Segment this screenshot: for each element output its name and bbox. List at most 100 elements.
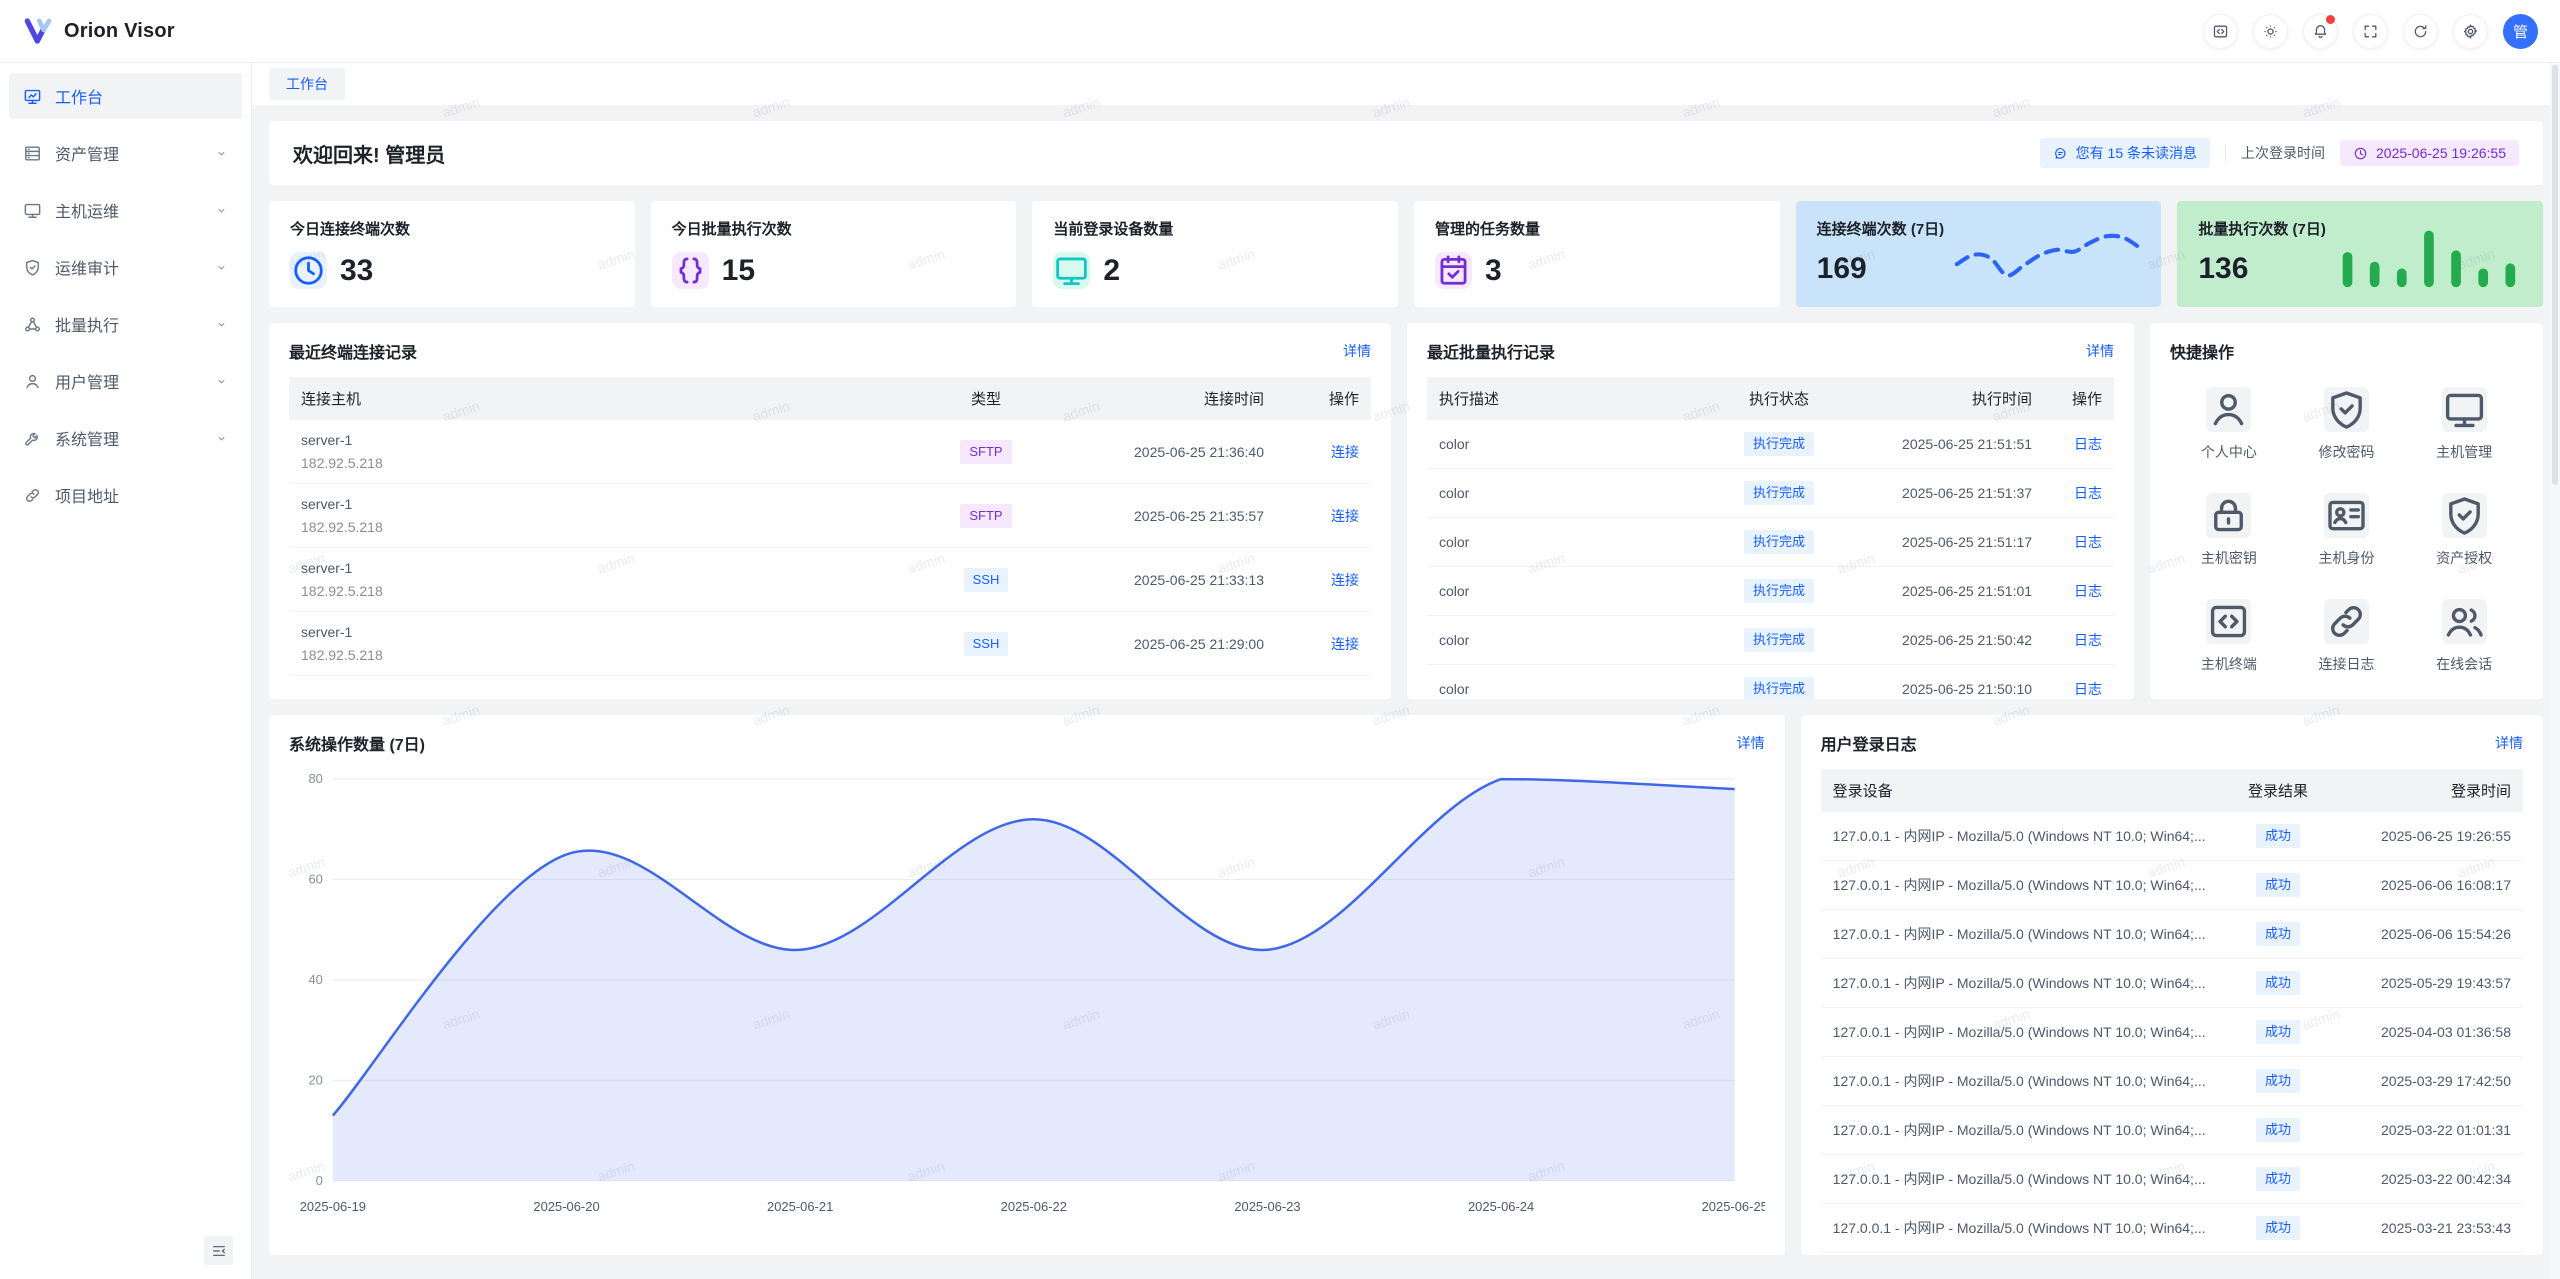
log-link[interactable]: 日志 <box>2074 485 2102 501</box>
login-log-row: 127.0.0.1 - 内网IP - Mozilla/5.0 (Windows … <box>1821 812 2523 861</box>
connect-link[interactable]: 连接 <box>1331 572 1359 588</box>
exec-description: color <box>1427 518 1719 567</box>
sidebar-item-label: 用户管理 <box>55 369 202 393</box>
login-time: 2025-03-22 01:01:31 <box>2328 1106 2523 1155</box>
exec-records-detail-link[interactable]: 详情 <box>2086 341 2114 361</box>
exec-week-bars <box>2333 217 2527 293</box>
quick-action-online-sessions[interactable]: 在线会话 <box>2405 599 2523 674</box>
connection-type-badge: SSH <box>964 632 1009 656</box>
exec-record-row: color执行完成2025-06-25 21:51:17日志 <box>1427 518 2114 567</box>
app-header: Orion Visor 管 <box>0 0 2560 63</box>
chevron-down-icon <box>215 432 228 445</box>
svg-text:2025-06-24: 2025-06-24 <box>1468 1199 1534 1214</box>
login-log-row: 127.0.0.1 - 内网IP - Mozilla/5.0 (Windows … <box>1821 959 2523 1008</box>
exec-time: 2025-06-25 21:51:01 <box>1839 567 2044 616</box>
quick-action-label: 主机身份 <box>2319 548 2375 568</box>
collapse-sidebar-button[interactable] <box>204 1236 233 1265</box>
login-device: 127.0.0.1 - 内网IP - Mozilla/5.0 (Windows … <box>1821 910 2228 959</box>
main-area: 工作台 欢迎回来! 管理员 您有 15 条未读消息 上次登录时间 2025-06… <box>252 63 2560 1279</box>
column-header-status: 执行状态 <box>1719 377 1839 420</box>
login-device: 127.0.0.1 - 内网IP - Mozilla/5.0 (Windows … <box>1821 1106 2228 1155</box>
page-scrollbar[interactable] <box>2550 63 2560 1279</box>
column-header-action: 操作 <box>1276 377 1371 420</box>
id-card-icon <box>2324 493 2369 538</box>
notification-dot <box>2326 15 2335 24</box>
welcome-card: 欢迎回来! 管理员 您有 15 条未读消息 上次登录时间 2025-06-25 … <box>269 121 2543 185</box>
quick-action-host-terminal[interactable]: 主机终端 <box>2170 599 2288 674</box>
terminal-records-detail-link[interactable]: 详情 <box>1343 341 1371 361</box>
quick-action-connection-logs[interactable]: 连接日志 <box>2288 599 2406 674</box>
connect-link[interactable]: 连接 <box>1331 636 1359 652</box>
login-log-row: 127.0.0.1 - 内网IP - Mozilla/5.0 (Windows … <box>1821 910 2523 959</box>
quick-action-asset-authorization[interactable]: 资产授权 <box>2405 493 2523 568</box>
unread-messages-text: 您有 15 条未读消息 <box>2076 143 2197 163</box>
shield-check-icon <box>2442 493 2487 538</box>
quick-actions-grid: 个人中心修改密码主机管理主机密钥主机身份资产授权主机终端连接日志在线会话文件操作… <box>2170 387 2523 699</box>
login-device: 127.0.0.1 - 内网IP - Mozilla/5.0 (Windows … <box>1821 1057 2228 1106</box>
sidebar-item-batch[interactable]: 批量执行 <box>9 301 242 347</box>
sidebar-item-system[interactable]: 系统管理 <box>9 415 242 461</box>
login-log-row: 127.0.0.1 - 内网IP - Mozilla/5.0 (Windows … <box>1821 1155 2523 1204</box>
log-link[interactable]: 日志 <box>2074 632 2102 648</box>
middle-row: 最近终端连接记录 详情 连接主机类型连接时间操作server-1182.92.5… <box>269 323 2543 699</box>
code-button[interactable] <box>2203 14 2238 49</box>
sidebar-item-project[interactable]: 项目地址 <box>9 472 242 518</box>
svg-text:2025-06-20: 2025-06-20 <box>533 1199 599 1214</box>
quick-action-host-keys[interactable]: 主机密钥 <box>2170 493 2288 568</box>
exec-description: color <box>1427 567 1719 616</box>
login-log-row: 127.0.0.1 - 内网IP - Mozilla/5.0 (Windows … <box>1821 1008 2523 1057</box>
quick-action-change-password[interactable]: 修改密码 <box>2288 387 2406 462</box>
log-link[interactable]: 日志 <box>2074 583 2102 599</box>
stats-row: 今日连接终端次数33今日批量执行次数15当前登录设备数量2管理的任务数量3连接终… <box>269 201 2543 307</box>
chevron-down-icon <box>215 147 228 160</box>
chevron-down-icon <box>215 318 228 331</box>
last-login-time: 2025-06-25 19:26:55 <box>2376 145 2506 161</box>
stat-card-exec-week: 批量执行次数 (7日)136 <box>2177 201 2543 307</box>
log-link[interactable]: 日志 <box>2074 681 2102 697</box>
refresh-icon <box>2412 23 2429 40</box>
system-operations-detail-link[interactable]: 详情 <box>1737 733 1765 753</box>
host-ip: 182.92.5.218 <box>301 647 919 663</box>
column-header-action: 操作 <box>2044 377 2114 420</box>
sidebar-item-host-ops[interactable]: 主机运维 <box>9 187 242 233</box>
stat-card-title: 今日批量执行次数 <box>672 218 996 239</box>
settings-button[interactable] <box>2453 14 2488 49</box>
connection-time: 2025-06-25 21:36:40 <box>1041 420 1276 484</box>
exec-record-row: color执行完成2025-06-25 21:51:37日志 <box>1427 469 2114 518</box>
sidebar-item-assets[interactable]: 资产管理 <box>9 130 242 176</box>
sidebar-item-users[interactable]: 用户管理 <box>9 358 242 404</box>
connect-link[interactable]: 连接 <box>1331 508 1359 524</box>
quick-action-host-identity[interactable]: 主机身份 <box>2288 493 2406 568</box>
stat-card-title: 今日连接终端次数 <box>290 218 614 239</box>
sidebar-item-audit[interactable]: 运维审计 <box>9 244 242 290</box>
wrench-icon <box>23 429 42 448</box>
login-logs-detail-link[interactable]: 详情 <box>2495 733 2523 753</box>
unread-messages-chip[interactable]: 您有 15 条未读消息 <box>2040 138 2210 168</box>
exec-record-row: color执行完成2025-06-25 21:50:42日志 <box>1427 616 2114 665</box>
breadcrumb-tab-workbench[interactable]: 工作台 <box>269 68 345 100</box>
connect-link[interactable]: 连接 <box>1331 444 1359 460</box>
login-time: 2025-06-06 16:08:17 <box>2328 861 2523 910</box>
sidebar-item-workbench[interactable]: 工作台 <box>9 73 242 119</box>
stat-card-title: 管理的任务数量 <box>1435 218 1759 239</box>
refresh-button[interactable] <box>2403 14 2438 49</box>
login-logs-title: 用户登录日志 <box>1821 731 1917 755</box>
column-header-time: 连接时间 <box>1041 377 1276 420</box>
log-link[interactable]: 日志 <box>2074 534 2102 550</box>
quick-action-label: 资产授权 <box>2436 548 2492 568</box>
log-link[interactable]: 日志 <box>2074 436 2102 452</box>
avatar[interactable]: 管 <box>2503 14 2538 49</box>
notifications-button[interactable] <box>2303 14 2338 49</box>
system-operations-panel: 系统操作数量 (7日) 详情 0204060802025-06-192025-0… <box>269 715 1785 1255</box>
fullscreen-button[interactable] <box>2353 14 2388 49</box>
stat-card-login-devices: 当前登录设备数量2 <box>1032 201 1398 307</box>
theme-button[interactable] <box>2253 14 2288 49</box>
login-device: 127.0.0.1 - 内网IP - Mozilla/5.0 (Windows … <box>1821 812 2228 861</box>
svg-text:20: 20 <box>308 1072 322 1087</box>
quick-action-personal-center[interactable]: 个人中心 <box>2170 387 2288 462</box>
host-ip: 182.92.5.218 <box>301 583 919 599</box>
connection-type-badge: SFTP <box>960 440 1011 464</box>
scrollbar-thumb[interactable] <box>2552 65 2558 485</box>
quick-action-host-management[interactable]: 主机管理 <box>2405 387 2523 462</box>
user-group-icon <box>2442 599 2487 644</box>
